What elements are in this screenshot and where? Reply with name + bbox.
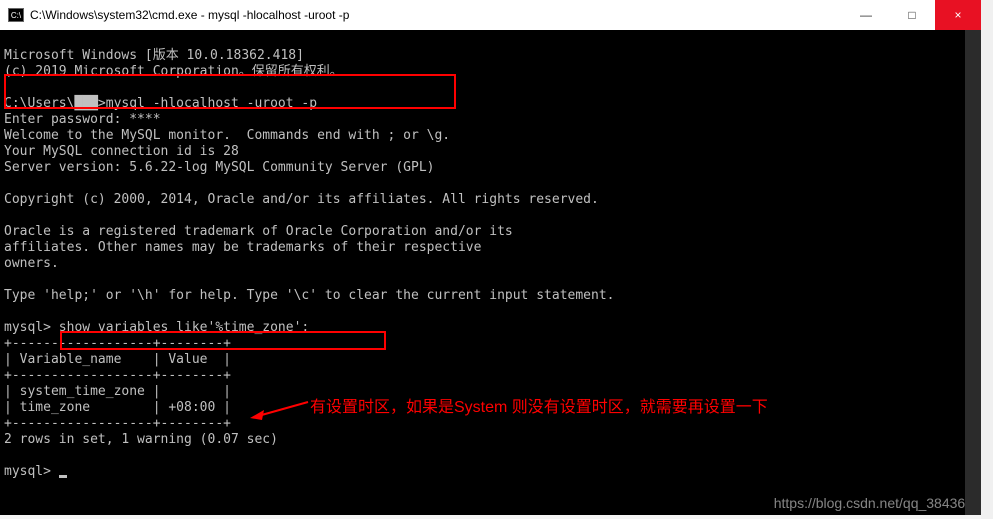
cmd-icon: C:\ <box>8 8 24 22</box>
table-border: +------------------+--------+ <box>4 416 231 431</box>
terminal-area[interactable]: Microsoft Windows [版本 10.0.18362.418] (c… <box>0 30 981 515</box>
terminal-line: Microsoft Windows [版本 10.0.18362.418] <box>4 48 304 63</box>
titlebar[interactable]: C:\ C:\Windows\system32\cmd.exe - mysql … <box>0 0 981 30</box>
terminal-line: Oracle is a registered trademark of Orac… <box>4 224 513 239</box>
terminal-line: Type 'help;' or '\h' for help. Type '\c'… <box>4 288 614 303</box>
caption-buttons: — □ × <box>843 0 981 30</box>
table-border: +------------------+--------+ <box>4 336 231 351</box>
watermark: https://blog.csdn.net/qq_384362 <box>774 495 973 511</box>
annotation-arrow-icon <box>250 398 310 422</box>
terminal-line: Server version: 5.6.22-log MySQL Communi… <box>4 160 434 175</box>
cmd-window: C:\ C:\Windows\system32\cmd.exe - mysql … <box>0 0 981 515</box>
vertical-scrollbar[interactable] <box>965 30 981 515</box>
table-border: +------------------+--------+ <box>4 368 231 383</box>
mysql-prompt: mysql> <box>4 464 59 479</box>
minimize-button[interactable]: — <box>843 0 889 30</box>
terminal-line: owners. <box>4 256 59 271</box>
terminal-line: 2 rows in set, 1 warning (0.07 sec) <box>4 432 278 447</box>
terminal-line: affiliates. Other names may be trademark… <box>4 240 481 255</box>
terminal-line: Welcome to the MySQL monitor. Commands e… <box>4 128 450 143</box>
close-button[interactable]: × <box>935 0 981 30</box>
terminal-line: Copyright (c) 2000, 2014, Oracle and/or … <box>4 192 599 207</box>
table-header: | Variable_name | Value | <box>4 352 231 367</box>
maximize-button[interactable]: □ <box>889 0 935 30</box>
annotation-text: 有设置时区，如果是System 则没有设置时区，就需要再设置一下 <box>310 393 768 417</box>
page-edge-artifact <box>981 0 993 519</box>
terminal-line: Enter password: **** <box>4 112 161 127</box>
terminal-line: (c) 2019 Microsoft Corporation。保留所有权利。 <box>4 64 343 79</box>
terminal-line: mysql> <box>4 464 67 479</box>
table-row: | system_time_zone | | <box>4 384 231 399</box>
terminal-line: Your MySQL connection id is 28 <box>4 144 239 159</box>
cursor <box>59 475 67 478</box>
terminal-line: C:\Users\███>mysql -hlocalhost -uroot -p <box>4 96 317 111</box>
terminal-line: mysql> show variables like'%time_zone'; <box>4 320 309 335</box>
table-row: | time_zone | +08:00 | <box>4 400 231 415</box>
window-title: C:\Windows\system32\cmd.exe - mysql -hlo… <box>30 8 843 22</box>
